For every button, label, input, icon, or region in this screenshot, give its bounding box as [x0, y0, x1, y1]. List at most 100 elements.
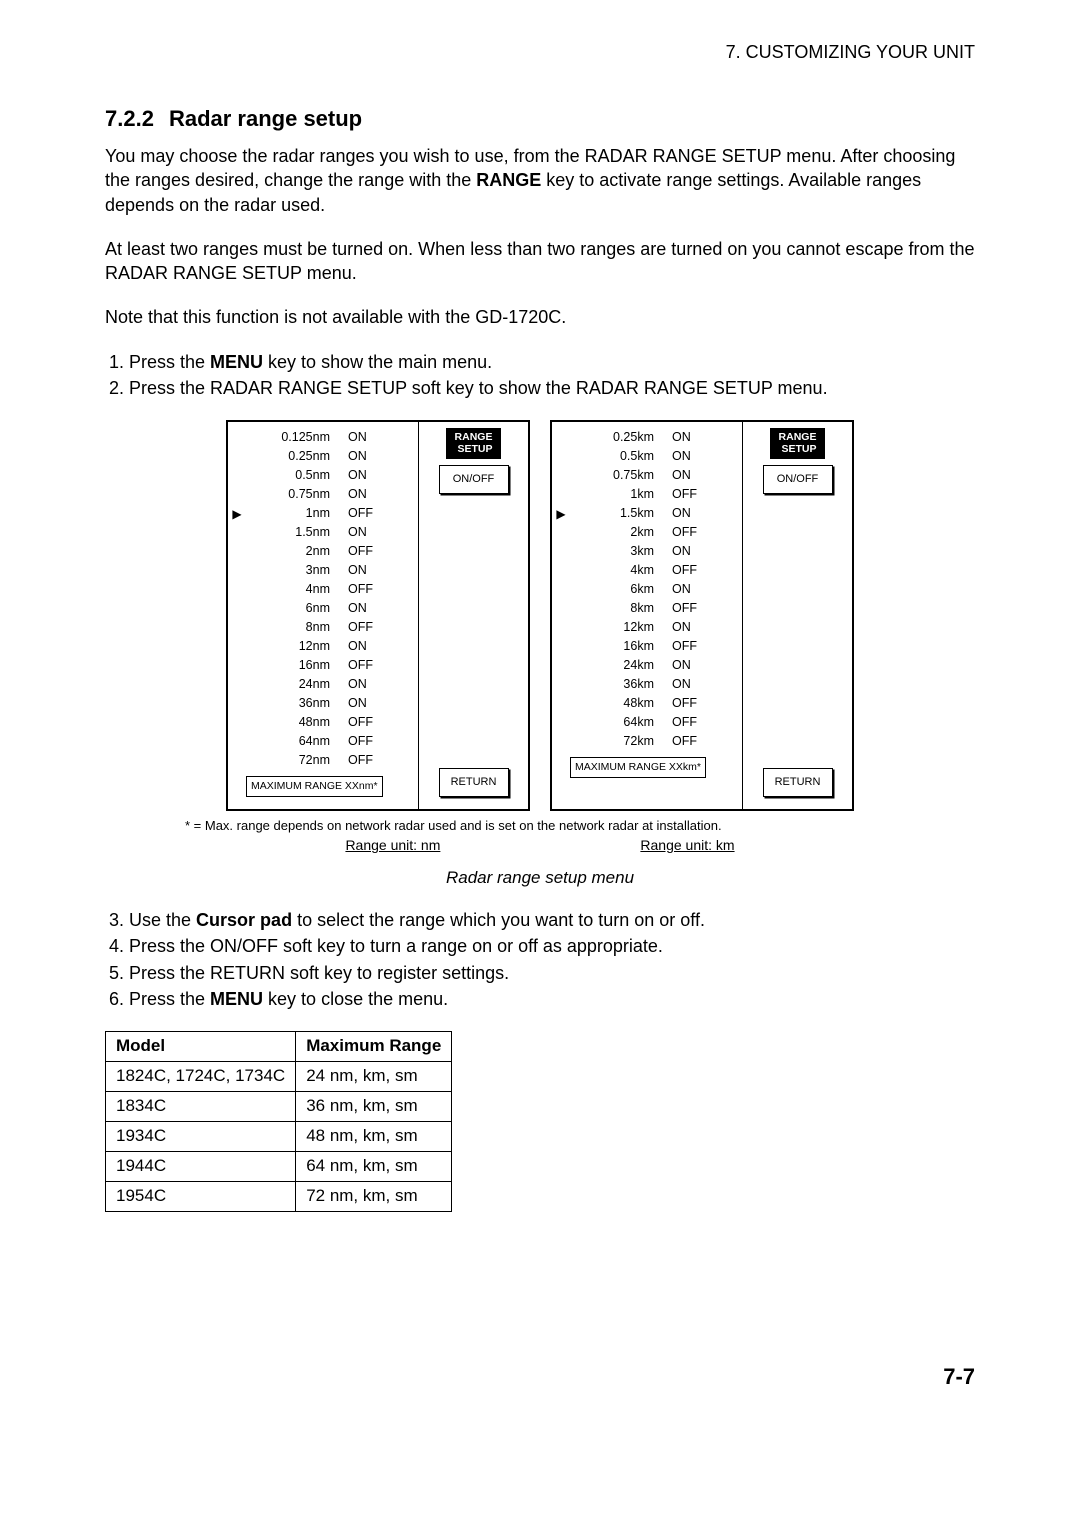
paragraph-3: Note that this function is not available… [105, 305, 975, 329]
range-list-nm: 0.125nmON0.25nmON0.5nmON0.75nmON▶1nmOFF1… [228, 422, 419, 808]
range-row[interactable]: 72kmOFF [552, 732, 742, 751]
softkey-return[interactable]: RETURN [439, 768, 509, 797]
range-state: ON [672, 581, 712, 598]
range-state: OFF [672, 695, 712, 712]
range-label: 16nm [246, 657, 348, 674]
table-cell: 24 nm, km, sm [296, 1062, 452, 1092]
range-state: ON [672, 676, 712, 693]
range-row[interactable]: 6kmON [552, 580, 742, 599]
range-label: 0.5km [570, 448, 672, 465]
range-row[interactable]: 64kmOFF [552, 713, 742, 732]
range-state: OFF [672, 524, 712, 541]
table-header: Maximum Range [296, 1032, 452, 1062]
range-row[interactable]: 3kmON [552, 542, 742, 561]
table-cell: 1954C [106, 1181, 296, 1211]
range-label: 48km [570, 695, 672, 712]
range-row[interactable]: 0.25nmON [228, 447, 418, 466]
softkey-return[interactable]: RETURN [763, 768, 833, 797]
range-row[interactable]: 2nmOFF [228, 542, 418, 561]
range-row[interactable]: 64nmOFF [228, 732, 418, 751]
range-row[interactable]: 8kmOFF [552, 599, 742, 618]
unit-labels: Range unit: nm Range unit: km [105, 836, 975, 855]
range-row[interactable]: 3nmON [228, 561, 418, 580]
range-label: 4nm [246, 581, 348, 598]
unit-km: Range unit: km [640, 836, 734, 855]
range-row[interactable]: 0.125nmON [228, 428, 418, 447]
procedure-bottom: Use the Cursor pad to select the range w… [129, 908, 975, 1011]
range-state: OFF [348, 505, 388, 522]
range-row[interactable]: 1kmOFF [552, 485, 742, 504]
range-label: 2nm [246, 543, 348, 560]
range-row[interactable]: 0.5kmON [552, 447, 742, 466]
range-row[interactable]: 0.75nmON [228, 485, 418, 504]
table-row: 1834C36 nm, km, sm [106, 1091, 452, 1121]
range-row[interactable]: 16nmOFF [228, 656, 418, 675]
p1-range-key: RANGE [476, 170, 541, 190]
range-state: OFF [672, 714, 712, 731]
range-label: 2km [570, 524, 672, 541]
range-label: 0.25nm [246, 448, 348, 465]
table-row: 1824C, 1724C, 1734C24 nm, km, sm [106, 1062, 452, 1092]
max-range-box: MAXIMUM RANGE XXkm* [570, 757, 706, 777]
range-row[interactable]: 12kmON [552, 618, 742, 637]
table-cell: 72 nm, km, sm [296, 1181, 452, 1211]
range-row[interactable]: 72nmOFF [228, 751, 418, 770]
range-row[interactable]: 1.5nmON [228, 523, 418, 542]
range-row[interactable]: 36kmON [552, 675, 742, 694]
footnote: * = Max. range depends on network radar … [105, 817, 975, 835]
range-row[interactable]: 0.25kmON [552, 428, 742, 447]
range-row[interactable]: 4nmOFF [228, 580, 418, 599]
range-row[interactable]: 48nmOFF [228, 713, 418, 732]
range-row[interactable]: 36nmON [228, 694, 418, 713]
range-state: OFF [348, 543, 388, 560]
range-row[interactable]: 16kmOFF [552, 637, 742, 656]
table-cell: 1934C [106, 1121, 296, 1151]
paragraph-1: You may choose the radar ranges you wish… [105, 144, 975, 217]
paragraph-2: At least two ranges must be turned on. W… [105, 237, 975, 286]
range-row[interactable]: 24nmON [228, 675, 418, 694]
range-label: 72nm [246, 752, 348, 769]
range-row[interactable]: 0.75kmON [552, 466, 742, 485]
table-cell: 48 nm, km, sm [296, 1121, 452, 1151]
range-row[interactable]: 12nmON [228, 637, 418, 656]
range-row[interactable]: ▶1.5kmON [552, 504, 742, 523]
range-label: 48nm [246, 714, 348, 731]
range-row[interactable]: 0.5nmON [228, 466, 418, 485]
section-title: Radar range setup [169, 106, 362, 131]
section-number: 7.2.2 [105, 104, 154, 134]
softkeys-nm: RANGE SETUP ON/OFF RETURN [419, 422, 528, 808]
range-label: 12nm [246, 638, 348, 655]
range-row[interactable]: 6nmON [228, 599, 418, 618]
pointer-icon: ▶ [228, 506, 246, 522]
table-cell: 1834C [106, 1091, 296, 1121]
range-state: OFF [672, 600, 712, 617]
range-row[interactable]: 24kmON [552, 656, 742, 675]
range-label: 4km [570, 562, 672, 579]
range-list-km: 0.25kmON0.5kmON0.75kmON1kmOFF▶1.5kmON2km… [552, 422, 743, 808]
range-row[interactable]: ▶1nmOFF [228, 504, 418, 523]
range-label: 8nm [246, 619, 348, 636]
range-label: 64km [570, 714, 672, 731]
range-label: 3nm [246, 562, 348, 579]
softkey-onoff[interactable]: ON/OFF [763, 465, 833, 494]
range-state: ON [348, 429, 388, 446]
range-label: 6km [570, 581, 672, 598]
table-cell: 36 nm, km, sm [296, 1091, 452, 1121]
range-row[interactable]: 48kmOFF [552, 694, 742, 713]
range-state: OFF [672, 486, 712, 503]
range-row[interactable]: 8nmOFF [228, 618, 418, 637]
range-label: 1.5km [570, 505, 672, 522]
table-header: Model [106, 1032, 296, 1062]
range-row[interactable]: 2kmOFF [552, 523, 742, 542]
range-label: 64nm [246, 733, 348, 750]
softkey-title-l2: SETUP [455, 444, 493, 456]
section-heading: 7.2.2 Radar range setup [105, 104, 975, 134]
range-state: OFF [348, 733, 388, 750]
range-label: 1nm [246, 505, 348, 522]
range-row[interactable]: 4kmOFF [552, 561, 742, 580]
softkey-onoff[interactable]: ON/OFF [439, 465, 509, 494]
menu-nm: 0.125nmON0.25nmON0.5nmON0.75nmON▶1nmOFF1… [226, 420, 530, 810]
range-label: 16km [570, 638, 672, 655]
procedure-step: Press the MENU key to show the main menu… [129, 350, 975, 374]
max-range-box: MAXIMUM RANGE XXnm* [246, 776, 383, 796]
